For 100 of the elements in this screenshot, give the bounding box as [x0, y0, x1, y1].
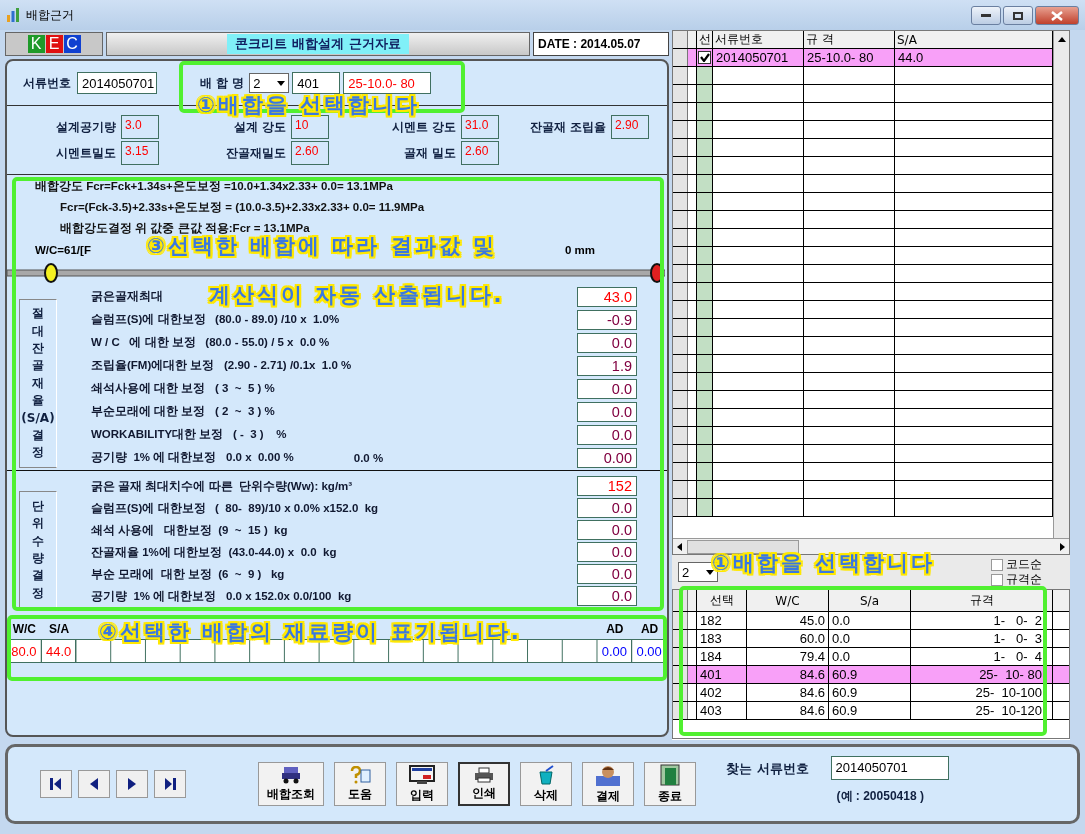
- property-value: 2.90: [611, 115, 649, 139]
- property-label: 잔골재밀도: [226, 144, 286, 162]
- table-cell: 401: [697, 666, 747, 683]
- value-field: 0.0: [577, 332, 637, 353]
- scroll-up-icon: [1057, 37, 1066, 42]
- formula-text: Fcr=(Fck-3.5)+2.33s+온도보정 = (10.0-3.5)+2.33x2.33+ 0.0= 11.9MPa: [60, 201, 425, 213]
- table-cell: 184: [697, 648, 747, 665]
- value-field: 0.0: [577, 378, 637, 399]
- navigation-button[interactable]: [154, 770, 186, 798]
- logo: K E C: [5, 32, 103, 56]
- value-field: 0.0: [577, 401, 637, 422]
- table-cell: 25- 10- 80: [911, 666, 1053, 683]
- mix-combo-box[interactable]: 2: [249, 73, 290, 93]
- value-field: 43.0: [577, 286, 637, 307]
- value-field: 152: [577, 476, 637, 496]
- last-record-icon: [164, 778, 176, 790]
- property-label: 시멘트 강도: [391, 118, 456, 136]
- help-icon: [349, 765, 371, 784]
- date-label: DATE : 2014.05.07: [533, 32, 669, 56]
- navigation-button[interactable]: [116, 770, 148, 798]
- property-value: 2.60: [461, 141, 499, 165]
- toolbar-button[interactable]: 결제: [582, 762, 634, 806]
- next-icon: [128, 778, 136, 790]
- splitter-drawing[interactable]: [7, 263, 665, 283]
- table-cell: 60.9: [829, 666, 911, 683]
- value-field: 0.0: [577, 498, 637, 518]
- sort-option[interactable]: 규격순: [991, 572, 1042, 587]
- table-row[interactable]: 183 60.0 0.0 1- 0- 3: [673, 630, 1069, 648]
- dropdown-arrow-icon: [706, 569, 714, 575]
- value-field: 0.0: [577, 564, 637, 584]
- scroll-left-icon: [677, 542, 682, 551]
- navigation-button[interactable]: [78, 770, 110, 798]
- mix-code-field[interactable]: 401: [292, 72, 341, 94]
- value-field: 0.0: [577, 586, 637, 606]
- property-value: 31.0: [461, 115, 499, 139]
- property-label: 설계공기량: [56, 118, 116, 136]
- toolbar-button[interactable]: 입력: [396, 762, 448, 806]
- door-icon: [659, 763, 681, 786]
- previous-icon: [90, 778, 98, 790]
- table-row[interactable]: 2014050701 25-10.0- 80 44.0: [673, 49, 1053, 67]
- formula-text: 0 mm: [564, 244, 595, 256]
- table-row[interactable]: 401 84.6 60.9 25- 10- 80: [673, 666, 1069, 684]
- column-header: AD: [606, 622, 624, 636]
- navigation-button[interactable]: [40, 770, 72, 798]
- property-value: 2.60: [291, 141, 329, 165]
- table-cell: 0.00: [632, 640, 667, 662]
- maximize-icon: [1013, 11, 1023, 20]
- person-icon: [596, 763, 620, 786]
- correction-text: 쇄석 사용에 대한보정 (9 ~ 15 ) kg: [91, 522, 288, 538]
- correction-text: 공기량 1% 에 대한보정 0.0 x 152.0x 0.0/100 kg: [91, 588, 352, 604]
- annotation-text: ③선택한 배합에 따라 결과값 및: [147, 234, 498, 260]
- column-header: AD: [640, 622, 659, 636]
- table-row[interactable]: 403 84.6 60.9 25- 10-120: [673, 702, 1069, 720]
- table-cell: 1- 0- 2: [911, 612, 1053, 629]
- formula-text: W/C=61/[F: [35, 244, 91, 256]
- maximize-button[interactable]: [1003, 6, 1033, 25]
- mix-spec-field[interactable]: 25-10.0- 80: [343, 72, 432, 94]
- vertical-scrollbar[interactable]: [1053, 31, 1069, 538]
- document-number-field[interactable]: 2014050701: [77, 72, 157, 94]
- value-field: 0.00: [577, 447, 637, 468]
- toolbar-button[interactable]: 종료: [644, 762, 696, 806]
- annotation-text: 계산식이 자동 산출됩니다.: [209, 282, 505, 309]
- correction-text: 잔골재율 1%에 대한보정 (43.0-44.0) x 0.0 kg: [91, 544, 337, 560]
- table-cell: 44.0: [41, 640, 77, 662]
- horizontal-scrollbar[interactable]: [673, 538, 1069, 554]
- table-row[interactable]: 402 84.6 60.9 25- 10-100: [673, 684, 1069, 702]
- search-label: 찾는 서류번호: [726, 759, 809, 778]
- minimize-button[interactable]: [971, 6, 1001, 25]
- table-cell: 60.9: [829, 702, 911, 719]
- formula-text: 배합강도결정 위 값중 큰값 적용:Fcr = 13.1MPa: [60, 222, 310, 234]
- table-cell: 0.0: [829, 612, 911, 629]
- checkbox[interactable]: [698, 51, 711, 64]
- toolbar-button[interactable]: 도움: [334, 762, 386, 806]
- search-field[interactable]: 2014050701: [830, 755, 949, 780]
- table-cell: 2014050701: [713, 49, 804, 66]
- dropdown-arrow-icon: [277, 80, 286, 86]
- column-header: 규 격: [804, 31, 895, 48]
- toolbar-button[interactable]: 삭제: [520, 762, 572, 806]
- field-label: 배 합 명: [200, 74, 245, 92]
- row-header[interactable]: [673, 49, 688, 66]
- table-cell: 1- 0- 4: [911, 648, 1053, 665]
- printer-icon: [474, 766, 494, 783]
- table-cell: 25- 10-100: [911, 684, 1053, 701]
- correction-text: W / C 에 대한 보정 (80.0 - 55.0) / 5 x 0.0 %: [91, 335, 330, 350]
- table-row[interactable]: 182 45.0 0.0 1- 0- 2: [673, 612, 1069, 630]
- window-title: 배합근거: [26, 6, 74, 24]
- sort-option[interactable]: 코드순: [991, 557, 1042, 572]
- toolbar-button[interactable]: 배합조회: [258, 762, 324, 806]
- close-button[interactable]: [1035, 6, 1079, 25]
- table-cell: 0.00: [597, 640, 633, 662]
- toolbar-button[interactable]: 인쇄: [458, 762, 510, 806]
- correction-text: 0.0 %: [353, 451, 384, 464]
- table-cell: 0.0: [829, 648, 911, 665]
- column-header: 서류번호: [713, 31, 804, 48]
- table-cell: 183: [697, 630, 747, 647]
- table-cell: 1- 0- 3: [911, 630, 1053, 647]
- table-cell: 45.0: [747, 612, 829, 629]
- column-header: S/a: [829, 590, 911, 611]
- property-label: 골재 밀도: [403, 144, 456, 162]
- correction-text: 부순 모래에 대한 보정 (6 ~ 9 ) kg: [91, 566, 285, 582]
